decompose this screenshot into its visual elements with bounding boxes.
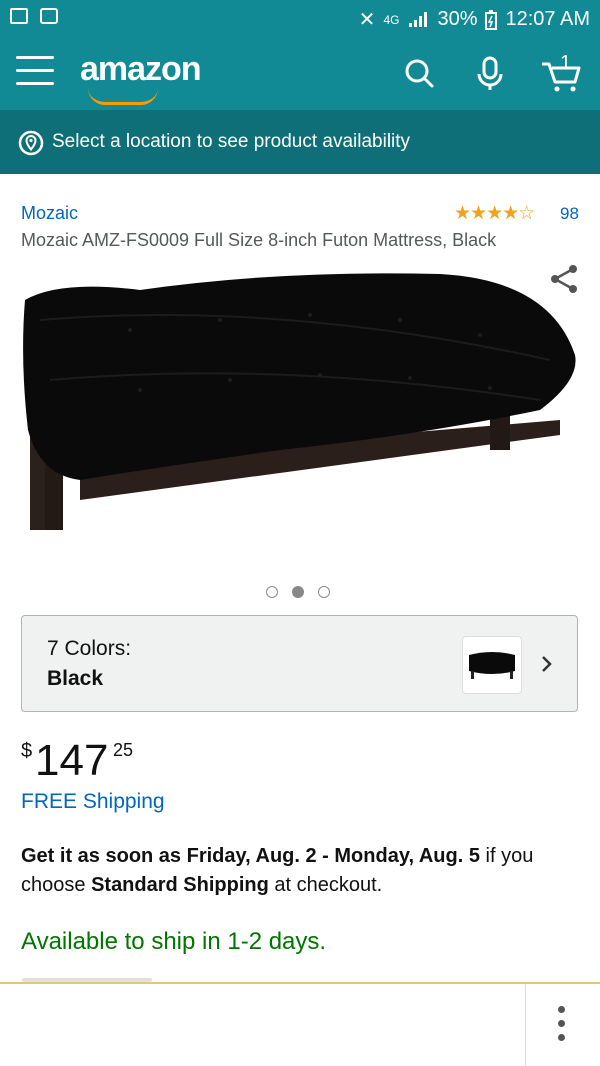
screenshot-icon — [40, 8, 58, 24]
product-title: Mozaic AMZ-FS0009 Full Size 8-inch Futon… — [21, 230, 497, 250]
signal-icon — [409, 11, 428, 27]
price-whole: 147 — [35, 736, 109, 785]
carousel-dot-active[interactable] — [292, 586, 304, 598]
bottom-bar-separator — [525, 984, 526, 1066]
network-label: 4G — [383, 12, 400, 27]
search-icon[interactable] — [398, 52, 442, 96]
bottom-bar — [0, 984, 600, 1066]
mute-icon: ✕ — [358, 9, 376, 31]
color-count-label: 7 Colors: — [47, 637, 132, 660]
free-shipping-link[interactable]: FREE Shipping — [21, 790, 165, 814]
brand-link[interactable]: Mozaic — [21, 203, 78, 224]
rating-count[interactable]: 98 — [560, 204, 579, 224]
image-carousel-dots[interactable] — [266, 586, 330, 598]
availability-status: Available to ship in 1-2 days. — [21, 928, 327, 955]
color-selector[interactable]: 7 Colors: Black — [21, 615, 578, 712]
chevron-right-icon — [542, 656, 552, 672]
product-image[interactable] — [20, 260, 580, 540]
carousel-dot[interactable] — [266, 586, 278, 598]
share-icon[interactable] — [548, 263, 580, 295]
logo-smile — [88, 88, 158, 105]
battery-icon — [485, 9, 498, 30]
price-currency: $ — [21, 740, 33, 762]
clock: 12:07 AM — [505, 8, 590, 30]
location-prompt: Select a location to see product availab… — [52, 131, 411, 152]
rating-stars[interactable]: ★★★★☆ — [454, 202, 535, 225]
delivery-estimate: Get it as soon as Friday, Aug. 2 - Monda… — [21, 842, 581, 900]
microphone-icon[interactable] — [468, 52, 512, 96]
battery-percent: 30% — [437, 8, 478, 30]
carousel-dot[interactable] — [318, 586, 330, 598]
top-bar: amazon 1 — [0, 38, 600, 110]
more-vertical-icon[interactable] — [558, 1006, 568, 1046]
delivery-method: Standard Shipping — [91, 874, 269, 896]
color-swatch-thumbnail[interactable] — [462, 636, 522, 694]
cart-count: 1 — [560, 52, 572, 74]
status-bar: ✕ 4G 30% 12:07 AM — [0, 0, 600, 38]
amazon-logo[interactable]: amazon — [80, 50, 202, 89]
menu-icon[interactable] — [16, 56, 54, 88]
selected-color: Black — [47, 667, 104, 690]
cart-icon[interactable]: 1 — [538, 52, 586, 96]
location-bar[interactable]: Select a location to see product availab… — [0, 110, 600, 174]
delivery-suffix: at checkout. — [268, 874, 383, 896]
price-fraction: 25 — [113, 740, 134, 760]
gallery-icon — [10, 8, 28, 24]
location-pin-icon — [18, 130, 44, 156]
delivery-dates: Get it as soon as Friday, Aug. 2 - Monda… — [21, 845, 480, 867]
